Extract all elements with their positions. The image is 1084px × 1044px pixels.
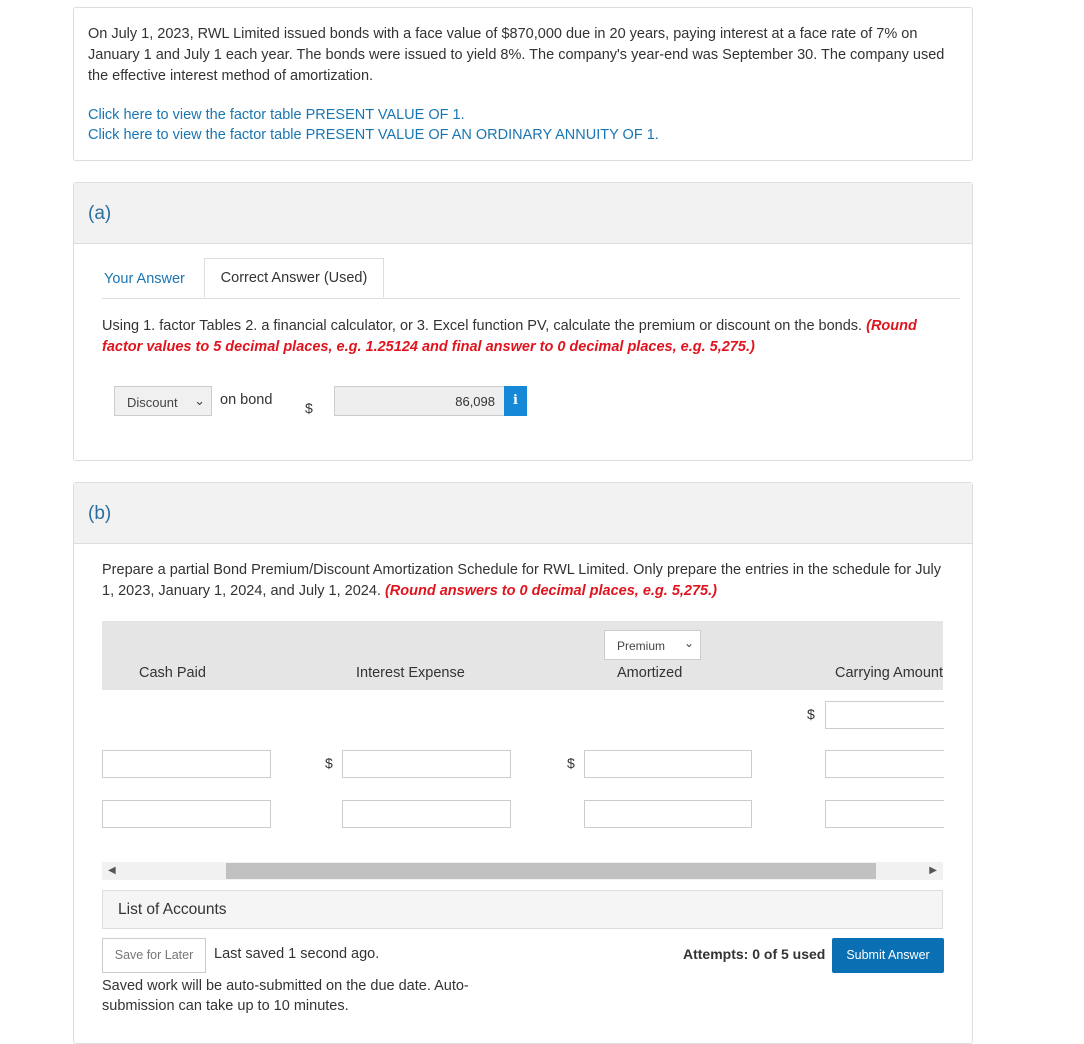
carrying-amount-row2[interactable] (825, 750, 944, 778)
col-cash-paid: Cash Paid (139, 665, 206, 681)
pv-annuity-table-link[interactable]: Click here to view the factor table PRES… (88, 127, 659, 143)
premium-discount-select[interactable]: Discount ⌄ (114, 386, 212, 416)
info-icon[interactable]: i (504, 386, 527, 416)
cash-paid-row2[interactable] (102, 750, 271, 778)
schedule-header (102, 621, 943, 690)
carrying-amount-row1[interactable] (825, 701, 944, 729)
tab-your-answer[interactable]: Your Answer (104, 271, 185, 287)
amortized-type-select[interactable]: Premium ⌄ (604, 630, 701, 660)
on-bond-label: on bond (220, 392, 273, 408)
problem-card: On July 1, 2023, RWL Limited issued bond… (73, 7, 973, 161)
col-amortized: Amortized (617, 665, 683, 681)
pv1-table-link[interactable]: Click here to view the factor table PRES… (88, 107, 465, 123)
part-a-label: (a) (88, 203, 112, 224)
scrollbar-thumb[interactable] (226, 863, 876, 879)
carrying-amount-row3[interactable] (825, 800, 944, 828)
chevron-down-icon: ⌄ (194, 393, 205, 408)
interest-expense-row3[interactable] (342, 800, 511, 828)
list-of-accounts-button[interactable]: List of Accounts (102, 890, 943, 929)
horizontal-scrollbar[interactable]: ◀ ▶ (102, 862, 943, 880)
auto-submit-note: Saved work will be auto-submitted on the… (102, 978, 469, 1014)
dollar-sign: $ (325, 755, 333, 771)
last-saved-text: Last saved 1 second ago. (214, 946, 380, 962)
scroll-right-icon: ▶ (929, 865, 937, 876)
cash-paid-row3[interactable] (102, 800, 271, 828)
dollar-sign: $ (807, 706, 815, 722)
part-a-instruction: Using 1. factor Tables 2. a financial ca… (102, 318, 917, 355)
submit-answer-button[interactable]: Submit Answer (832, 938, 944, 973)
chevron-down-icon: ⌄ (683, 636, 694, 650)
tab-correct-answer[interactable]: Correct Answer (Used) (204, 258, 384, 298)
col-interest-expense: Interest Expense (356, 665, 465, 681)
premium-discount-answer[interactable]: 86,098 (334, 386, 506, 416)
part-b-label: (b) (88, 503, 112, 524)
save-for-later-button[interactable]: Save for Later (102, 938, 206, 973)
dollar-sign: $ (567, 755, 575, 771)
part-b-instruction: Prepare a partial Bond Premium/Discount … (102, 562, 941, 599)
amortized-row3[interactable] (584, 800, 752, 828)
part-a-card: (a) Your Answer Correct Answer (Used) Us… (73, 182, 973, 461)
attempts-text: Attempts: 0 of 5 used (683, 946, 826, 962)
dollar-sign: $ (305, 400, 313, 416)
interest-expense-row2[interactable] (342, 750, 511, 778)
col-carrying-amount: Carrying Amount (835, 665, 943, 681)
amortized-row2[interactable] (584, 750, 752, 778)
scroll-left-icon: ◀ (108, 865, 116, 876)
problem-text: On July 1, 2023, RWL Limited issued bond… (88, 26, 945, 84)
